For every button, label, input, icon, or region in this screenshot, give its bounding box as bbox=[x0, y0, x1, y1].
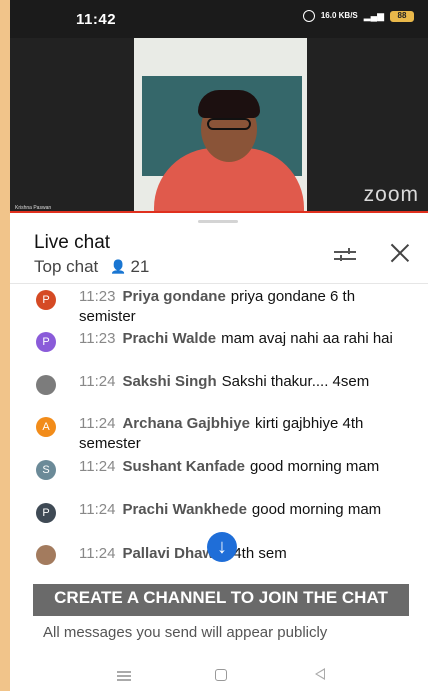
people-icon: 👤 bbox=[110, 259, 127, 274]
message-author[interactable]: Prachi Walde bbox=[122, 330, 216, 347]
scroll-down-button[interactable]: ↓ bbox=[207, 532, 237, 562]
message-time: 11:23 bbox=[79, 288, 116, 305]
message-author[interactable]: Archana Gajbhiye bbox=[122, 415, 250, 432]
message-body: good morning mam bbox=[249, 458, 380, 475]
message-text-block: 11:23 Prachi Walde mam avaj nahi aa rahi h… bbox=[79, 329, 406, 349]
avatar-photo-icon bbox=[36, 545, 56, 565]
chat-message: S 11:24 Sushant Kanfade good morning mam bbox=[10, 457, 428, 499]
viewer-count: 21 bbox=[130, 257, 150, 276]
signal-icon: ▂▄▆ bbox=[363, 10, 384, 21]
avatar: A bbox=[36, 417, 56, 437]
avatar: P bbox=[36, 332, 56, 352]
drag-handle[interactable] bbox=[198, 220, 238, 223]
create-channel-label: CREATE A CHANNEL TO JOIN THE CHAT bbox=[54, 588, 388, 607]
filter-icon[interactable] bbox=[334, 248, 356, 262]
message-text-block: 11:24 Sakshi Singh Sakshi thakur.... 4sem bbox=[79, 372, 406, 392]
presenter-glasses bbox=[207, 118, 251, 130]
back-icon[interactable] bbox=[315, 668, 325, 680]
avatar-photo-icon bbox=[36, 375, 56, 395]
video-frame bbox=[134, 38, 307, 213]
zoom-logo: zoom bbox=[363, 183, 419, 206]
message-body: mam avaj nahi aa rahi hai bbox=[221, 330, 393, 347]
message-text-block: 11:24 Archana Gajbhiye kirti gajbhiye 4th … bbox=[79, 414, 406, 454]
message-time: 11:24 bbox=[79, 501, 116, 518]
chat-filter-row[interactable]: Top chat 👤 21 bbox=[34, 257, 149, 277]
message-author[interactable]: Priya gondane bbox=[122, 288, 225, 305]
message-text-block: 11:24 Pallavi Dhawar 4th sem bbox=[79, 544, 406, 564]
status-bar: 11:42 16.0 KB/S ▂▄▆ 88 bbox=[10, 0, 428, 38]
video-player[interactable]: zoom Krishna Paswan bbox=[10, 38, 428, 213]
status-time: 11:42 bbox=[76, 11, 117, 28]
message-time: 11:24 bbox=[79, 373, 116, 390]
chat-message: A 11:24 Archana Gajbhiye kirti gajbhiye 4t… bbox=[10, 414, 428, 456]
live-chat-title: Live chat bbox=[34, 232, 111, 253]
message-time: 11:24 bbox=[79, 545, 116, 562]
message-author[interactable]: Prachi Wankhede bbox=[122, 501, 246, 518]
left-border-strip bbox=[0, 0, 10, 691]
message-text-block: 11:24 Prachi Wankhede good morning mam bbox=[79, 500, 406, 520]
public-note: All messages you send will appear public… bbox=[43, 624, 328, 641]
chat-divider bbox=[10, 283, 428, 284]
top-chat-label[interactable]: Top chat bbox=[34, 257, 98, 277]
message-author[interactable]: Sushant Kanfade bbox=[122, 458, 245, 475]
avatar: P bbox=[36, 290, 56, 310]
alarm-icon bbox=[302, 10, 315, 22]
close-icon[interactable] bbox=[390, 243, 410, 263]
system-navigation-bar bbox=[10, 656, 428, 691]
message-body: Sakshi thakur.... 4sem bbox=[221, 373, 370, 390]
chat-message: P 11:23 Prachi Walde mam avaj nahi aa rahi… bbox=[10, 329, 428, 371]
message-text-block: 11:24 Sushant Kanfade good morning mam bbox=[79, 457, 406, 477]
chat-message: 11:24 Sakshi Singh Sakshi thakur.... 4sem bbox=[10, 372, 428, 414]
network-speed: 16.0 KB/S bbox=[320, 11, 358, 20]
presenter-hair bbox=[198, 90, 260, 118]
message-body: good morning mam bbox=[251, 501, 382, 518]
message-text-block: 11:23 Priya gondane priya gondane 6 th sem… bbox=[79, 287, 406, 327]
message-time: 11:23 bbox=[79, 330, 116, 347]
message-author[interactable]: Sakshi Singh bbox=[122, 373, 216, 390]
home-icon[interactable] bbox=[215, 669, 227, 681]
message-body: 4th sem bbox=[233, 545, 287, 562]
chat-message: P 11:23 Priya gondane priya gondane 6 th s… bbox=[10, 287, 428, 329]
arrow-down-icon: ↓ bbox=[217, 535, 227, 558]
status-icons: 16.0 KB/S ▂▄▆ 88 bbox=[302, 10, 414, 22]
avatar: S bbox=[36, 460, 56, 480]
menu-icon[interactable] bbox=[117, 671, 131, 681]
create-channel-button[interactable]: CREATE A CHANNEL TO JOIN THE CHAT bbox=[33, 584, 409, 616]
avatar: P bbox=[36, 503, 56, 523]
battery-icon: 88 bbox=[390, 10, 414, 22]
message-time: 11:24 bbox=[79, 415, 116, 432]
phone-screen: 11:42 16.0 KB/S ▂▄▆ 88 zoom Krishna Pasw… bbox=[10, 0, 428, 691]
live-chat-panel: Live chat Top chat 👤 21 P 11:23 Priya gon… bbox=[10, 213, 428, 691]
message-time: 11:24 bbox=[79, 458, 116, 475]
